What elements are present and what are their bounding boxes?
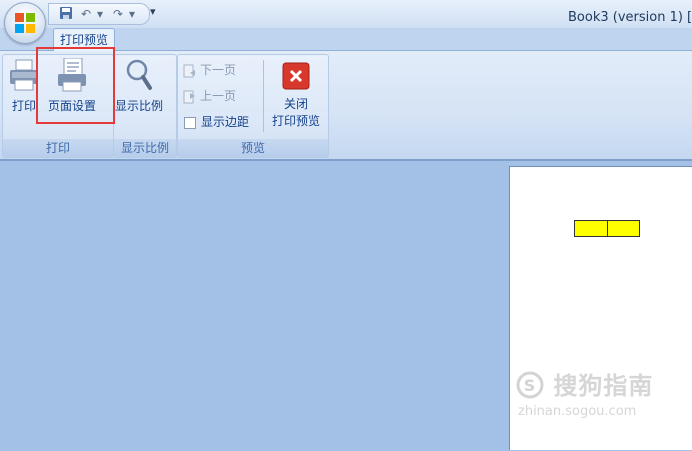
show-margins-check-icon[interactable] — [184, 116, 196, 129]
watermark-url: zhinan.sogou.com — [518, 404, 637, 419]
previous-page-label: 上一页 — [200, 89, 237, 103]
office-logo-icon — [15, 13, 35, 33]
window-title: Book3 (version 1) [自 — [568, 10, 692, 25]
redo-icon[interactable]: ↷ — [113, 6, 123, 22]
group-separator — [263, 60, 264, 132]
next-page-label: 下一页 — [200, 63, 237, 77]
close-button-line1: 关闭 — [283, 97, 308, 111]
close-print-preview-button[interactable]: 关闭 打印预览 — [268, 62, 324, 129]
show-margins-label: 显示边距 — [201, 115, 250, 129]
next-page-icon — [183, 64, 197, 78]
undo-dropdown-icon[interactable]: ▾ — [97, 6, 103, 22]
sogou-logo-icon: S — [516, 371, 544, 399]
svg-text:S: S — [524, 376, 537, 395]
highlighted-cell — [574, 220, 608, 237]
close-button-line2: 打印预览 — [271, 114, 320, 128]
previous-page-icon — [183, 90, 197, 104]
zoom-button-label: 显示比例 — [115, 99, 164, 113]
highlighted-cell — [607, 220, 640, 237]
magnifier-icon — [126, 59, 152, 90]
group-preview-label: 预览 — [178, 139, 328, 157]
group-print-label: 打印 — [3, 139, 113, 157]
next-page-button[interactable]: 下一页 — [183, 61, 236, 78]
redo-dropdown-icon[interactable]: ▾ — [129, 6, 135, 22]
close-icon — [282, 62, 310, 90]
title-bar: ↶ ▾ ↷ ▾ ▾ Book3 (version 1) [自 — [0, 0, 692, 28]
highlight-box — [36, 47, 115, 124]
watermark: S 搜狗指南 — [516, 366, 653, 401]
save-icon[interactable] — [59, 6, 73, 22]
undo-icon[interactable]: ↶ — [81, 6, 91, 22]
show-margins-checkbox[interactable]: 显示边距 — [184, 113, 249, 130]
quick-access-toolbar: ↶ ▾ ↷ ▾ — [48, 3, 150, 25]
customize-qat-icon[interactable]: ▾ — [150, 5, 156, 18]
group-zoom-label: 显示比例 — [114, 139, 176, 157]
zoom-button[interactable]: 显示比例 — [115, 58, 163, 114]
watermark-text: 搜狗指南 — [553, 372, 654, 400]
previous-page-button[interactable]: 上一页 — [183, 87, 236, 104]
office-button[interactable] — [4, 2, 46, 44]
